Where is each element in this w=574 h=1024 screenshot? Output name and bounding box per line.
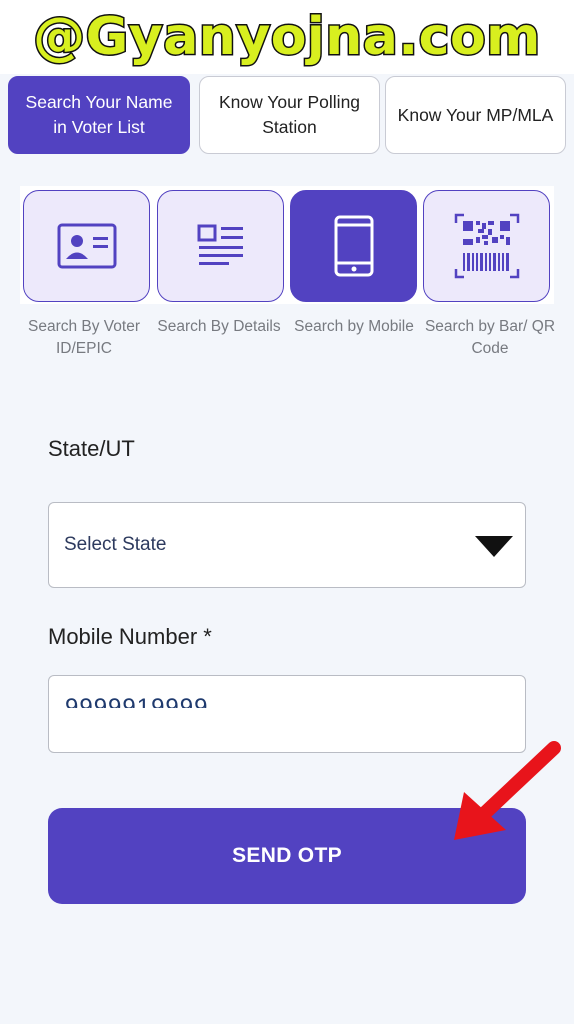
watermark-text: @Gyanyojna.com <box>32 6 542 69</box>
mobile-phone-icon <box>334 215 373 277</box>
search-tabs: Search Your Name in Voter List Know Your… <box>8 76 568 156</box>
search-by-details-button[interactable] <box>157 190 284 302</box>
state-label: State/UT <box>48 436 135 461</box>
mobile-number-label: Mobile Number * <box>48 624 212 649</box>
search-by-mobile-button[interactable] <box>290 190 417 302</box>
tab-know-polling-station[interactable]: Know Your Polling Station <box>199 76 380 154</box>
dropdown-caret-icon <box>475 536 513 557</box>
tab-know-mp-mla[interactable]: Know Your MP/MLA <box>385 76 566 154</box>
watermark-banner: @Gyanyojna.com <box>0 0 574 74</box>
state-select-value: Select State <box>64 534 167 555</box>
search-by-qr-code-button[interactable] <box>423 190 550 302</box>
search-by-voter-id-button[interactable] <box>23 190 150 302</box>
search-by-voter-id-label: Search By Voter ID/EPIC <box>27 318 140 357</box>
red-arrow-icon <box>454 741 561 840</box>
search-by-details-label: Search By Details <box>157 318 281 335</box>
tab-search-name-voter-list[interactable]: Search Your Name in Voter List <box>8 76 190 154</box>
mobile-number-value: 9999919999 <box>65 694 209 708</box>
state-select[interactable]: Select State <box>48 502 526 588</box>
details-list-icon <box>197 224 243 265</box>
search-by-mobile-label: Search by Mobile <box>294 318 414 335</box>
id-card-icon <box>57 223 116 269</box>
search-by-qr-code-label: Search by Bar/ QR Code <box>424 318 556 357</box>
qr-barcode-icon <box>454 213 519 279</box>
